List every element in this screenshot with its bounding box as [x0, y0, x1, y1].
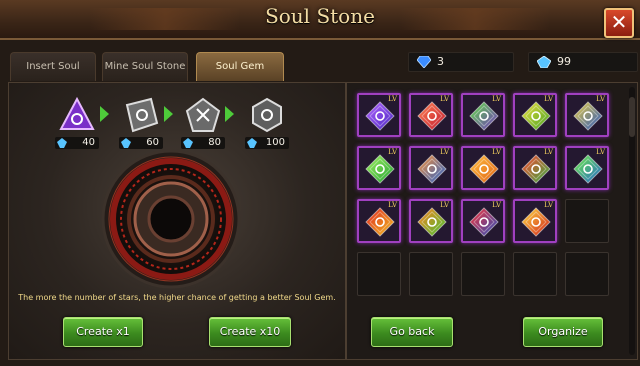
cyan-crystal-icon: [247, 138, 257, 148]
inventory-slot-empty[interactable]: [357, 252, 401, 296]
organize-button[interactable]: Organize: [523, 317, 603, 347]
inventory-slot-gem[interactable]: LV: [513, 93, 557, 137]
tab-soul-gem[interactable]: Soul Gem: [196, 52, 284, 81]
crafting-panel: 40 60 80 100 The more the number of star…: [8, 82, 346, 360]
gem-level-badge: LV: [388, 95, 397, 103]
inventory-slot-empty[interactable]: [409, 252, 453, 296]
soul-stone-window: Soul Stone ✕ Insert Soul Stone Mine Soul…: [0, 0, 640, 366]
inventory-slot-gem[interactable]: LV: [461, 146, 505, 190]
tab-mine-soul-stone[interactable]: Mine Soul Stone: [102, 52, 188, 81]
inventory-slot-gem[interactable]: LV: [409, 93, 453, 137]
go-back-button[interactable]: Go back: [371, 317, 453, 347]
soul-gem-green-icon: [365, 154, 395, 184]
tab-insert-soul-stone[interactable]: Insert Soul Stone: [10, 52, 96, 100]
gem-level-badge: LV: [596, 148, 605, 156]
gem-level-badge: LV: [544, 148, 553, 156]
soul-gem-green-orange-icon: [417, 207, 447, 237]
title-bar: Soul Stone ✕: [0, 0, 640, 40]
inventory-slot-gem[interactable]: LV: [357, 93, 401, 137]
inventory-slot-gem[interactable]: LV: [513, 199, 557, 243]
soul-gem-blue-red-icon: [469, 207, 499, 237]
close-icon: ✕: [610, 10, 628, 34]
create-x1-button[interactable]: Create x1: [63, 317, 143, 347]
gem-level-badge: LV: [440, 148, 449, 156]
inventory-slot-gem[interactable]: LV: [513, 146, 557, 190]
diamond-counter: 3: [408, 52, 514, 72]
gem-level-badge: LV: [596, 95, 605, 103]
gem-level-badge: LV: [544, 201, 553, 209]
inventory-slot-gem[interactable]: LV: [565, 93, 609, 137]
inventory-slot-empty[interactable]: [565, 252, 609, 296]
scroll-thumb[interactable]: [629, 97, 635, 137]
gem-level-badge: LV: [388, 148, 397, 156]
inventory-slot-empty[interactable]: [565, 199, 609, 243]
soul-gem-blue-yellow-icon: [573, 101, 603, 131]
cost-label: 40: [55, 137, 99, 149]
soul-gem-green-yellow-icon: [521, 101, 551, 131]
gem-level-badge: LV: [544, 95, 553, 103]
inventory-slot-gem[interactable]: LV: [409, 199, 453, 243]
cyan-crystal-icon: [537, 56, 551, 68]
diamond-count: 3: [437, 55, 444, 68]
soul-gem-blue-green-icon: [573, 154, 603, 184]
cyan-crystal-icon: [57, 138, 67, 148]
inventory-slot-gem[interactable]: LV: [357, 199, 401, 243]
cost-value: 100: [265, 137, 285, 148]
gem-level-badge: LV: [492, 95, 501, 103]
gem-level-badge: LV: [492, 201, 501, 209]
inventory-slot-gem[interactable]: LV: [565, 146, 609, 190]
cost-label: 80: [181, 137, 225, 149]
cost-value: 60: [146, 137, 159, 148]
arrow-right-icon: [100, 106, 109, 122]
inventory-slot-gem[interactable]: LV: [461, 199, 505, 243]
cost-value: 40: [82, 137, 95, 148]
inventory-scrollbar[interactable]: [629, 87, 635, 355]
cost-label: 100: [245, 137, 289, 149]
cyan-crystal-icon: [121, 138, 131, 148]
inventory-slot-gem[interactable]: LV: [409, 146, 453, 190]
gem-level-badge: LV: [440, 201, 449, 209]
soul-gem-purple-green-icon: [469, 101, 499, 131]
soul-gem-blue-purple-icon: [365, 101, 395, 131]
gem-level-badge: LV: [440, 95, 449, 103]
soul-gem-red-icon: [417, 101, 447, 131]
inventory-slot-gem[interactable]: LV: [357, 146, 401, 190]
inventory-panel: LV LV LV LV LV LV LV LV LV LV LV LV LV LV Go back Org…: [346, 82, 638, 360]
summoning-circle: [101, 149, 241, 289]
grey-pentagon-stone-icon[interactable]: [185, 97, 221, 133]
gem-level-badge: LV: [388, 201, 397, 209]
cost-value: 80: [208, 137, 221, 148]
close-button[interactable]: ✕: [604, 8, 634, 38]
soul-gem-green-red-icon: [521, 154, 551, 184]
cyan-crystal-icon: [183, 138, 193, 148]
inventory-slot-empty[interactable]: [513, 252, 557, 296]
arrow-right-icon: [225, 106, 234, 122]
soul-gem-red-yellow-icon: [521, 207, 551, 237]
soul-gem-orange-icon: [469, 154, 499, 184]
crystal-count: 99: [557, 55, 571, 68]
window-title: Soul Stone: [265, 4, 375, 28]
grey-square-stone-icon[interactable]: [123, 97, 159, 133]
arrow-right-icon: [164, 106, 173, 122]
inventory-slot-empty[interactable]: [461, 252, 505, 296]
create-x10-button[interactable]: Create x10: [209, 317, 291, 347]
purple-triangle-stone-icon[interactable]: [59, 97, 95, 133]
grey-hexagon-stone-icon[interactable]: [249, 97, 285, 133]
gem-level-badge: LV: [492, 148, 501, 156]
hint-text: The more the number of stars, the higher…: [18, 293, 336, 302]
crystal-counter: 99: [528, 52, 638, 72]
blue-diamond-icon: [417, 56, 431, 68]
inventory-slot-gem[interactable]: LV: [461, 93, 505, 137]
cost-label: 60: [119, 137, 163, 149]
soul-gem-yellow-red-icon: [365, 207, 395, 237]
soul-gem-blue-orange-icon: [417, 154, 447, 184]
